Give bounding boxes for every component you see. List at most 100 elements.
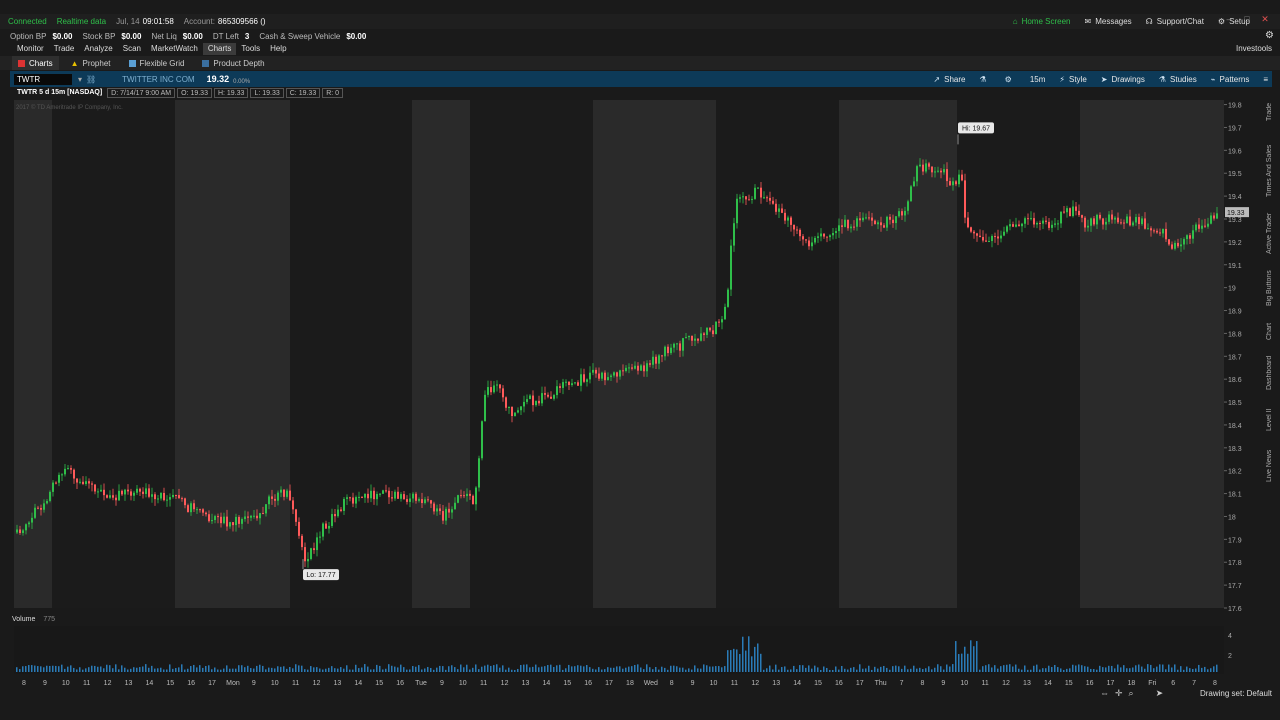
pan-icon[interactable]: ⇔	[1100, 688, 1109, 699]
session-band	[412, 100, 470, 608]
volume-bar	[547, 665, 549, 672]
volume-bar	[688, 668, 690, 672]
volume-bar	[79, 667, 81, 672]
candle-body	[616, 372, 618, 377]
candle-body	[991, 236, 993, 242]
candle-body	[322, 523, 324, 537]
candle-body	[94, 484, 96, 492]
candle-body	[376, 493, 378, 500]
candle-body	[349, 497, 351, 499]
volume-bar	[925, 668, 927, 672]
volume-bar	[346, 665, 348, 672]
candle-body	[793, 224, 795, 230]
candle-body	[625, 367, 627, 371]
candle-body	[1117, 217, 1119, 223]
volume-bar	[481, 666, 483, 672]
volume-bar	[505, 669, 507, 672]
candle-body	[121, 490, 123, 495]
side-tab-big-buttons[interactable]: Big Buttons	[1266, 264, 1280, 312]
zoom-icon[interactable]: ⌕	[1129, 688, 1134, 699]
volume-bar	[1087, 666, 1089, 672]
candle-body	[640, 365, 642, 371]
volume-bar	[133, 667, 135, 672]
candle-body	[709, 327, 711, 331]
volume-bar	[295, 664, 297, 672]
volume-bar	[556, 665, 558, 672]
volume-bar	[838, 669, 840, 672]
candle-body	[1036, 222, 1038, 225]
volume-bar	[916, 668, 918, 672]
candle-body	[487, 387, 489, 395]
volume-bar	[208, 665, 210, 672]
side-tab-active-trader[interactable]: Active Trader	[1266, 208, 1280, 258]
volume-bar	[1156, 666, 1158, 672]
side-tab-dashboard[interactable]: Dashboard	[1266, 350, 1280, 396]
candle-body	[1171, 244, 1173, 249]
volume-bar	[988, 664, 990, 672]
volume-bar	[1063, 669, 1065, 672]
price-chart[interactable]: 19.8 19.7 19.6 19.5 19.4 19.3 19.2 19.1 19 18.9 18…	[0, 0, 1280, 720]
candle-body	[1135, 217, 1137, 223]
crosshair-icon[interactable]: ✛	[1115, 688, 1123, 699]
volume-bar	[1153, 668, 1155, 672]
cursor-icon[interactable]: ➤	[1156, 688, 1164, 699]
session-band	[716, 100, 839, 608]
volume-bar	[1048, 665, 1050, 672]
candle-body	[1087, 225, 1089, 228]
drawing-set[interactable]: Drawing set: Default	[1200, 689, 1272, 698]
candle-body	[982, 237, 984, 241]
candle-body	[835, 231, 837, 234]
x-tick-label: 10	[271, 680, 279, 687]
side-tab-level-ii[interactable]: Level II	[1266, 402, 1280, 438]
volume-bar	[469, 669, 471, 672]
candle-body	[826, 236, 828, 238]
volume-bar	[712, 666, 714, 672]
volume-bar	[778, 669, 780, 672]
candle-body	[400, 494, 402, 499]
volume-bar	[139, 667, 141, 672]
candle-body	[1108, 214, 1110, 222]
candle-body	[109, 495, 111, 498]
volume-bar	[67, 666, 69, 672]
volume-bar	[301, 665, 303, 672]
volume-bar	[580, 665, 582, 672]
volume-bar	[1003, 665, 1005, 672]
candle-body	[304, 547, 306, 562]
candle-body	[937, 170, 939, 172]
candle-body	[649, 363, 651, 365]
volume-bar	[253, 668, 255, 672]
candle-body	[154, 494, 156, 500]
candle-body	[262, 513, 264, 515]
candle-body	[1105, 221, 1107, 225]
candle-body	[610, 375, 612, 378]
side-tab-chart[interactable]: Chart	[1266, 318, 1280, 344]
volume-bar	[679, 667, 681, 672]
volume-bar	[598, 667, 600, 672]
candle-body	[190, 503, 192, 513]
volume-bar	[634, 664, 636, 672]
volume-bar	[313, 667, 315, 672]
x-tick-label: 16	[1086, 680, 1094, 687]
x-tick-label: 10	[960, 680, 968, 687]
candle-body	[1063, 211, 1065, 213]
candle-body	[742, 196, 744, 198]
candle-body	[406, 499, 408, 502]
volume-bar	[865, 668, 867, 672]
volume-bar	[424, 668, 426, 672]
side-tab-live-news[interactable]: Live News	[1266, 444, 1280, 488]
candle-body	[1075, 206, 1077, 211]
x-tick-label: 9	[43, 680, 47, 687]
volume-bar	[187, 668, 189, 672]
y-tick-label: 18.9	[1228, 309, 1242, 316]
side-tab-trade[interactable]: Trade	[1266, 90, 1280, 134]
candle-body	[214, 516, 216, 521]
volume-bar	[850, 667, 852, 672]
candle-body	[1066, 208, 1068, 213]
candle-body	[1039, 222, 1041, 224]
side-tab-times-and-sales[interactable]: Times And Sales	[1266, 140, 1280, 202]
volume-bar	[1168, 664, 1170, 672]
volume-bar	[418, 665, 420, 672]
candle-body	[1126, 216, 1128, 224]
candle-body	[43, 503, 45, 510]
candle-body	[760, 187, 762, 198]
